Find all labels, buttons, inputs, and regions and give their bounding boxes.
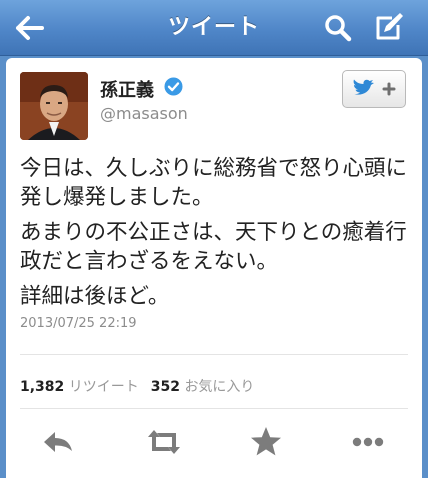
compose-icon[interactable]: [370, 10, 406, 46]
divider: [20, 408, 408, 409]
twitter-bird-plus-icon: [353, 79, 396, 96]
timestamp: 2013/07/25 22:19: [20, 316, 137, 331]
reply-icon[interactable]: [38, 422, 78, 462]
star-icon[interactable]: [246, 422, 286, 462]
retweet-count: 1,382: [20, 379, 65, 395]
tweet-detail-card: 孫正義 @masason 今日は、久しぶりに総務省で怒り心頭に発し爆発しました。…: [6, 58, 422, 478]
favorite-count: 352: [150, 379, 180, 395]
avatar[interactable]: [20, 72, 88, 140]
search-icon[interactable]: [320, 10, 356, 46]
follow-button[interactable]: [342, 70, 406, 108]
tweet-paragraph: 詳細は後ほど。: [20, 284, 170, 309]
retweet-stat[interactable]: 1,382 リツイート: [20, 379, 139, 395]
navigation-bar: ツイート: [0, 0, 428, 56]
retweet-icon[interactable]: [144, 422, 184, 462]
tweet-paragraph: あまりの不公正さは、天下りとの癒着行政だと言わざるをえない。: [20, 220, 407, 274]
display-name[interactable]: 孫正義: [100, 76, 154, 102]
page-title: ツイート: [167, 15, 260, 40]
tweet-stats: 1,382 リツイート 352 お気に入り: [20, 376, 254, 396]
screen-name[interactable]: @masason: [100, 104, 188, 123]
retweet-label: リツイート: [68, 379, 139, 395]
more-icon[interactable]: [348, 422, 388, 462]
verified-badge-icon: [164, 77, 183, 96]
favorite-stat[interactable]: 352 お気に入り: [151, 379, 255, 395]
favorite-label: お気に入り: [184, 379, 255, 395]
divider: [20, 354, 408, 355]
tweet-paragraph: 今日は、久しぶりに総務省で怒り心頭に発し爆発しました。: [20, 156, 408, 210]
tweet-text: 今日は、久しぶりに総務省で怒り心頭に発し爆発しました。 あまりの不公正さは、天下…: [20, 154, 416, 311]
